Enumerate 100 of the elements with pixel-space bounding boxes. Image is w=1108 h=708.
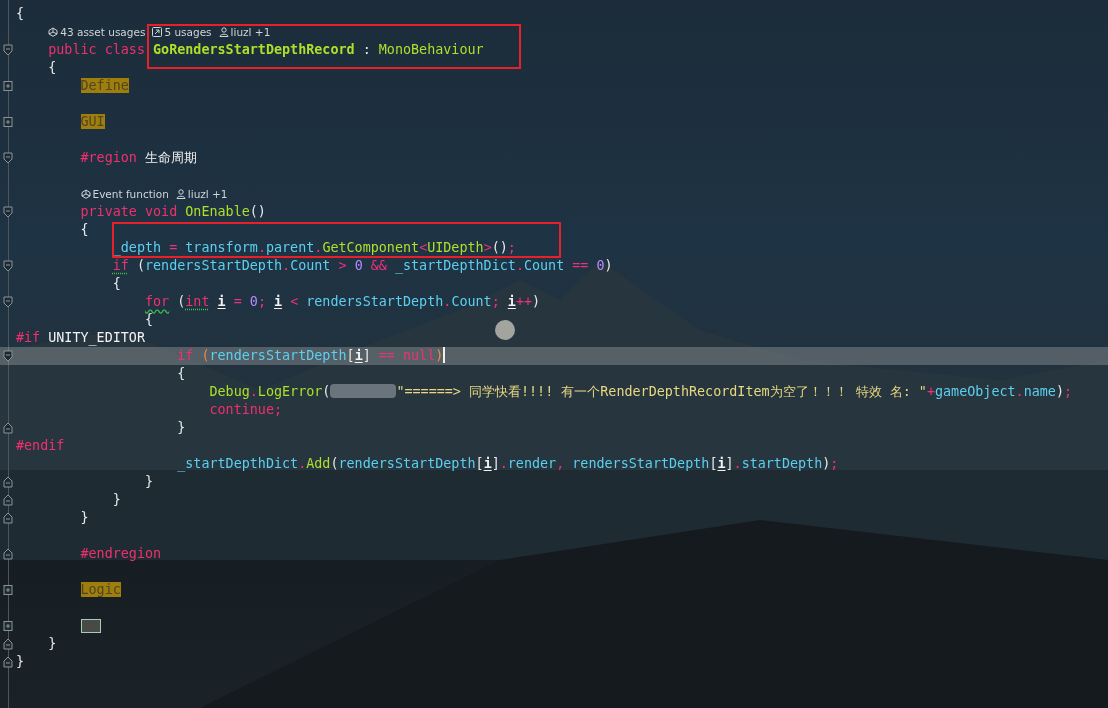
keyword: if: [112, 258, 129, 273]
punctuation: [: [709, 456, 718, 471]
operator: .: [443, 294, 452, 309]
code-vision-hint[interactable]: liuzl +1: [175, 185, 228, 203]
identifier: startDepth: [741, 456, 823, 471]
code-vision-hint[interactable]: liuzl +1: [218, 23, 271, 41]
operator: <: [290, 294, 300, 309]
fold-collapse-icon[interactable]: [3, 296, 13, 308]
fold-expand-icon[interactable]: [3, 116, 13, 128]
fold-end-icon[interactable]: [3, 494, 13, 506]
operator: .: [733, 456, 742, 471]
punctuation: ]: [491, 456, 500, 471]
punctuation: (): [491, 240, 508, 255]
matched-paren: ): [435, 348, 444, 363]
code-vision-hint[interactable]: 5 usages: [152, 23, 212, 41]
operator: =: [169, 240, 179, 255]
operator: ;: [257, 294, 267, 309]
number-literal: 0: [354, 258, 363, 273]
punctuation: }: [112, 492, 121, 507]
operator: .: [1015, 384, 1024, 399]
code-text: UNITY_EDITOR: [48, 330, 145, 345]
person-icon: [175, 189, 186, 199]
punctuation: {: [145, 312, 154, 327]
punctuation: (: [322, 384, 331, 399]
punctuation: }: [80, 510, 89, 525]
preprocessor-directive: #if: [16, 330, 41, 345]
identifier: parent: [265, 240, 315, 255]
operator: ;: [507, 240, 516, 255]
method-name: GetComponent: [322, 240, 420, 255]
identifier: rendersStartDepth: [209, 348, 347, 363]
preprocessor-directive: #endregion: [80, 546, 162, 561]
punctuation: }: [145, 474, 154, 489]
fold-end-icon[interactable]: [3, 548, 13, 560]
operator: =: [233, 294, 243, 309]
punctuation: {: [48, 60, 57, 75]
type-name: UIDepth: [427, 240, 484, 255]
operator: +: [926, 384, 935, 399]
operator: ,: [556, 456, 566, 471]
fold-collapse-icon[interactable]: [3, 152, 13, 164]
operator: &&: [370, 258, 388, 273]
keyword: if: [177, 348, 194, 363]
method-name: Add: [306, 456, 331, 471]
keyword: public class: [48, 42, 145, 57]
preprocessor-directive: #endif: [16, 438, 65, 453]
operator: ++: [515, 294, 532, 309]
operator: ==: [572, 258, 590, 273]
fold-collapse-icon[interactable]: [3, 350, 13, 362]
punctuation: :: [362, 42, 372, 57]
fold-end-icon[interactable]: [3, 476, 13, 488]
cube-icon: [80, 189, 91, 199]
code-vision-hint[interactable]: Event function: [80, 185, 169, 203]
matched-paren: (: [201, 348, 210, 363]
punctuation: (: [177, 294, 186, 309]
number-literal: 0: [596, 258, 605, 273]
fold-end-icon[interactable]: [3, 422, 13, 434]
punctuation: ): [1055, 384, 1064, 399]
identifier: rendersStartDepth: [572, 456, 710, 471]
fold-expand-icon[interactable]: [3, 620, 13, 632]
type-name: MonoBehaviour: [378, 42, 484, 57]
loop-variable: i: [507, 294, 516, 309]
collapsed-region: GUI: [80, 114, 105, 129]
keyword: int: [185, 294, 210, 309]
code-vision-hint[interactable]: 43 asset usages: [48, 23, 146, 41]
fold-collapse-icon[interactable]: [3, 260, 13, 272]
folded-code-marker[interactable]: [80, 619, 101, 633]
operator: .: [249, 384, 258, 399]
loop-variable: i: [483, 456, 492, 471]
fold-collapse-icon[interactable]: [3, 44, 13, 56]
keyword: continue;: [209, 402, 283, 417]
operator: .: [499, 456, 508, 471]
identifier: _startDepthDict: [177, 456, 299, 471]
fold-end-icon[interactable]: [3, 512, 13, 524]
keyword: null: [403, 348, 436, 363]
punctuation: ): [822, 456, 831, 471]
loop-variable: i: [217, 294, 226, 309]
punctuation: (): [249, 204, 266, 219]
punctuation: [: [475, 456, 484, 471]
method-name: OnEnable: [185, 204, 250, 219]
operator: ;: [830, 456, 839, 471]
identifier: transform: [185, 240, 258, 255]
collapsed-region: Define: [80, 78, 129, 93]
fold-expand-icon[interactable]: [3, 584, 13, 596]
fold-collapse-icon[interactable]: [3, 206, 13, 218]
blurred-parameter-hint: [330, 384, 397, 398]
cube-icon: [48, 27, 59, 37]
preprocessor-directive: #region: [80, 150, 137, 165]
punctuation: [: [346, 348, 355, 363]
punctuation: {: [177, 366, 186, 381]
identifier: rendersStartDepth: [306, 294, 444, 309]
operator: ;: [1063, 384, 1073, 399]
fold-expand-icon[interactable]: [3, 80, 13, 92]
fold-end-icon[interactable]: [3, 656, 13, 668]
operator: >: [338, 258, 348, 273]
punctuation: ]: [362, 348, 371, 363]
operator: .: [282, 258, 291, 273]
punctuation: (: [136, 258, 145, 273]
punctuation: }: [16, 654, 25, 669]
punctuation: }: [48, 636, 57, 651]
identifier: Count: [290, 258, 331, 273]
fold-end-icon[interactable]: [3, 638, 13, 650]
